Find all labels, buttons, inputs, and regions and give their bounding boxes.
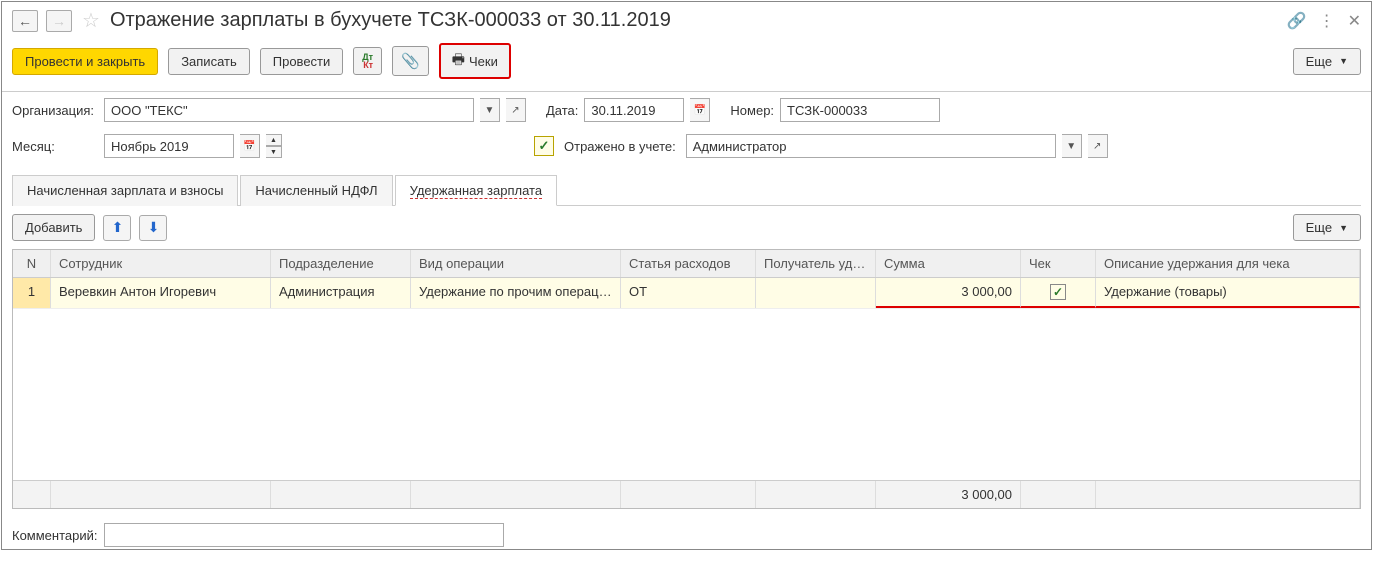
close-icon[interactable]: ✕	[1348, 11, 1361, 31]
month-calendar-button[interactable]: 📅	[240, 134, 260, 158]
month-up-button[interactable]: ▲	[266, 134, 282, 146]
tabs: Начисленная зарплата и взносы Начисленны…	[12, 174, 1361, 206]
org-open-button[interactable]: ↗	[506, 98, 526, 122]
date-label: Дата:	[546, 103, 578, 118]
dt-kt-button[interactable]: ДтКт	[353, 47, 382, 75]
cell-n: 1	[13, 278, 51, 308]
page-title: Отражение зарплаты в бухучете ТСЗК-00003…	[110, 9, 1279, 32]
tab-more-button[interactable]: Еще▼	[1293, 214, 1361, 241]
col-header-description[interactable]: Описание удержания для чека	[1096, 250, 1360, 277]
printer-icon: 🖶	[452, 49, 465, 73]
forward-button: →	[46, 10, 72, 32]
reflected-field[interactable]: Администратор	[686, 134, 1056, 158]
org-field[interactable]: ООО "ТЕКС"	[104, 98, 474, 122]
col-header-expense[interactable]: Статья расходов	[621, 250, 756, 277]
cell-description[interactable]: Удержание (товары)	[1096, 278, 1360, 308]
number-label: Номер:	[730, 103, 774, 118]
submit-close-button[interactable]: Провести и закрыть	[12, 48, 158, 75]
col-header-employee[interactable]: Сотрудник	[51, 250, 271, 277]
col-header-check[interactable]: Чек	[1021, 250, 1096, 277]
cell-recipient[interactable]	[756, 278, 876, 308]
cell-check[interactable]: ✓	[1021, 278, 1096, 308]
cell-expense[interactable]: ОТ	[621, 278, 756, 308]
footer-sum: 3 000,00	[876, 481, 1021, 508]
date-calendar-button[interactable]: 📅	[690, 98, 710, 122]
cell-operation[interactable]: Удержание по прочим операц…	[411, 278, 621, 308]
col-header-sum[interactable]: Сумма	[876, 250, 1021, 277]
comment-label: Комментарий:	[12, 528, 98, 543]
cell-department[interactable]: Администрация	[271, 278, 411, 308]
paperclip-icon: 📎	[401, 52, 420, 70]
checks-label: Чеки	[469, 54, 498, 69]
date-field[interactable]: 30.11.2019	[584, 98, 684, 122]
month-label: Месяц:	[12, 139, 98, 154]
month-field[interactable]: Ноябрь 2019	[104, 134, 234, 158]
withholdings-table: N Сотрудник Подразделение Вид операции С…	[12, 249, 1361, 509]
save-button[interactable]: Записать	[168, 48, 250, 75]
favorite-star-icon[interactable]: ☆	[82, 8, 100, 33]
col-header-department[interactable]: Подразделение	[271, 250, 411, 277]
col-header-operation[interactable]: Вид операции	[411, 250, 621, 277]
caret-down-icon: ▼	[1339, 56, 1348, 66]
add-button[interactable]: Добавить	[12, 214, 95, 241]
org-label: Организация:	[12, 103, 98, 118]
move-up-button[interactable]: ⬆	[103, 215, 131, 241]
link-icon[interactable]: 🔗	[1287, 11, 1307, 31]
back-button[interactable]: ←	[12, 10, 38, 32]
dt-kt-icon: ДтКт	[362, 53, 373, 69]
tab-ndfl[interactable]: Начисленный НДФЛ	[240, 175, 392, 206]
check-icon: ✓	[1050, 284, 1066, 300]
number-field: ТСЗК-000033	[780, 98, 940, 122]
reflected-label: Отражено в учете:	[564, 139, 676, 154]
tab-withheld-salary[interactable]: Удержанная зарплата	[395, 175, 557, 206]
more-vertical-icon[interactable]: ⋮	[1319, 11, 1336, 31]
submit-button[interactable]: Провести	[260, 48, 344, 75]
col-header-n[interactable]: N	[13, 250, 51, 277]
move-down-button[interactable]: ⬇	[139, 215, 167, 241]
tab-salary-contributions[interactable]: Начисленная зарплата и взносы	[12, 175, 238, 206]
cell-sum[interactable]: 3 000,00	[876, 278, 1021, 308]
checks-button[interactable]: 🖶 Чеки	[439, 43, 511, 79]
reflected-dropdown-button[interactable]: ▼	[1062, 134, 1082, 158]
comment-input[interactable]	[104, 523, 504, 547]
reflected-open-button[interactable]: ↗	[1088, 134, 1108, 158]
cell-employee[interactable]: Веревкин Антон Игоревич	[51, 278, 271, 308]
more-button[interactable]: Еще▼	[1293, 48, 1361, 75]
reflected-checkbox[interactable]: ✓	[534, 136, 554, 156]
caret-down-icon: ▼	[1339, 223, 1348, 233]
month-down-button[interactable]: ▼	[266, 146, 282, 158]
org-dropdown-button[interactable]: ▼	[480, 98, 500, 122]
attachment-button[interactable]: 📎	[392, 46, 429, 76]
col-header-recipient[interactable]: Получатель уде…	[756, 250, 876, 277]
table-row[interactable]: 1 Веревкин Антон Игоревич Администрация …	[13, 278, 1360, 309]
